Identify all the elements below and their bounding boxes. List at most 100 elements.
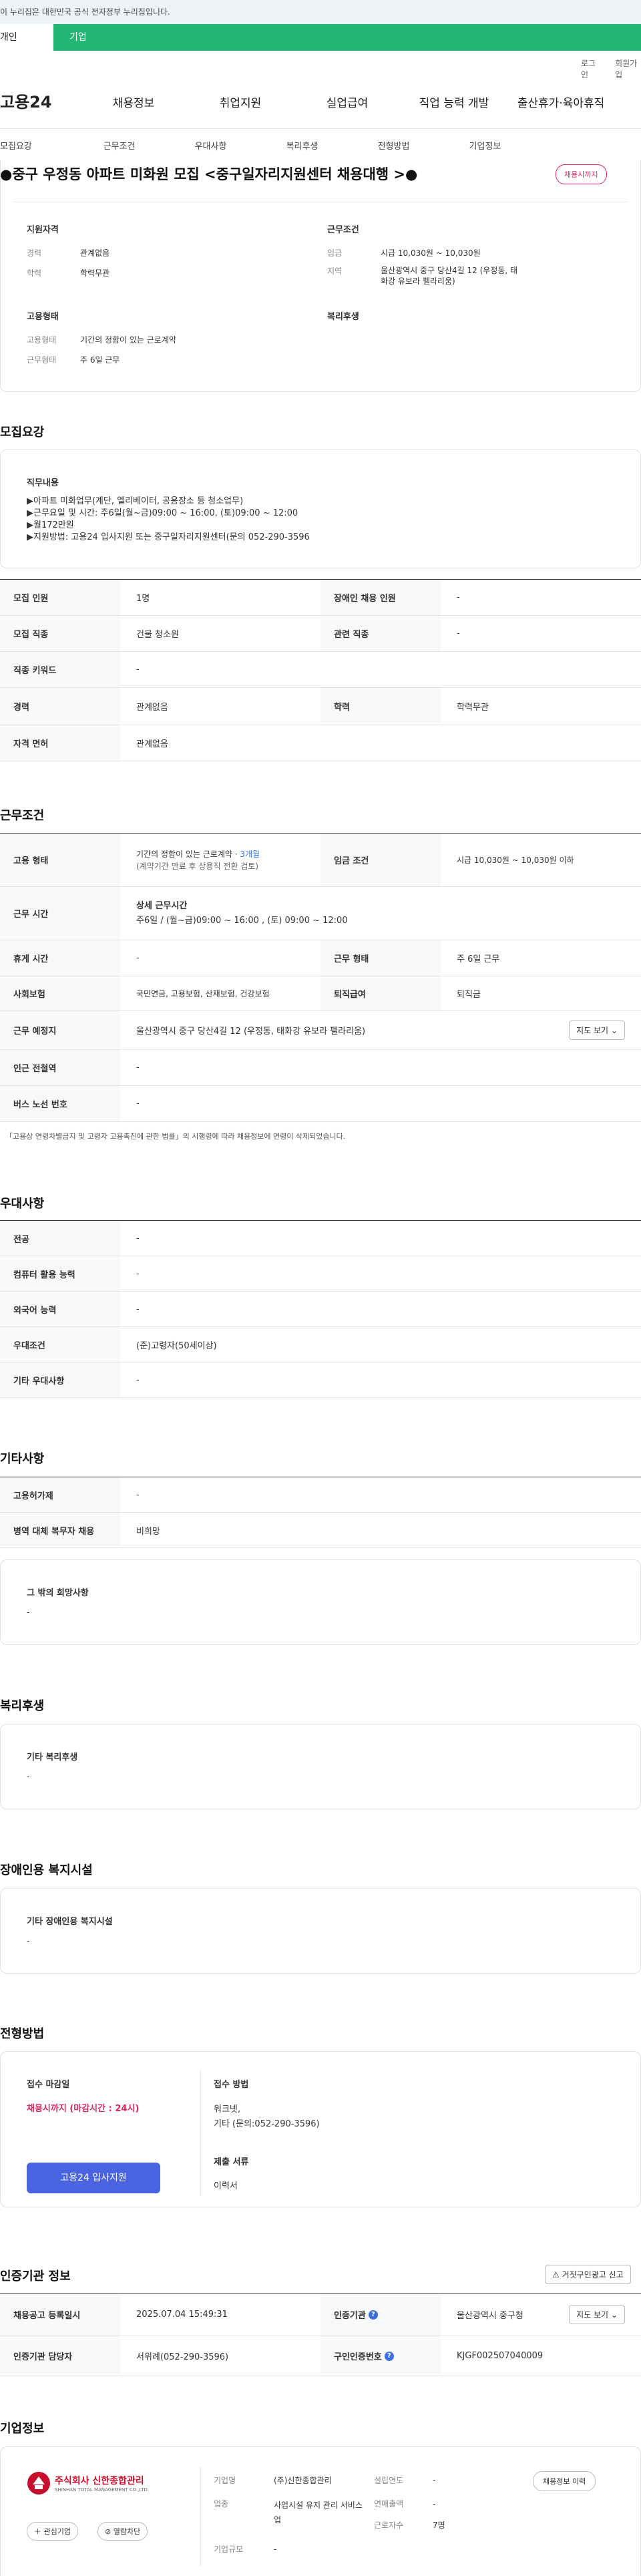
company-logo-mark-icon: [27, 2472, 50, 2495]
disability-box-value: -: [27, 1936, 30, 1946]
table-row: 고용 형태 기간의 정함이 있는 근로계약 · 3개월 (계약기간 만료 후 상…: [0, 834, 641, 887]
company-industry: 업종 사업시설 유지 관리 서비스업: [214, 2499, 363, 2525]
block-button[interactable]: ⊘ 열람차단: [97, 2522, 148, 2541]
age-note: 「고용상 연령차별금지 및 고령자 고용촉진에 관한 법률」의 시행령에 따라 …: [5, 1132, 346, 1141]
apply-button[interactable]: 고용24 입사지원: [27, 2163, 160, 2193]
subnav-welfare[interactable]: 복리후생: [256, 139, 348, 152]
join-link[interactable]: 회원가입: [615, 57, 641, 80]
agency-table: 채용공고 등록일시 2025.07.04 15:49:31 인증기관? 울산광역시…: [0, 2293, 641, 2376]
section-title-agency: 인증기관 정보: [0, 2269, 71, 2283]
emp-type: 고용형태 기간의 정함이 있는 근로계약: [27, 335, 176, 345]
etc-box-title: 그 밖의 희망사항: [27, 1588, 89, 1598]
docs-title: 제출 서류: [214, 2157, 249, 2167]
agency-map-button[interactable]: 지도 보기 ⌄: [569, 2305, 625, 2324]
deadline-title: 접수 마감일: [27, 2080, 70, 2090]
subnav-screening[interactable]: 전형방법: [348, 139, 439, 152]
map-button[interactable]: 지도 보기 ⌄: [569, 1021, 625, 1040]
qual-edu: 학력 학력무관: [27, 268, 110, 278]
table-row: 버스 노선 번호 -: [0, 1086, 641, 1122]
table-row: 근무 예정지 울산광역시 중구 당산4길 12 (우정동, 태화강 유보라 펠라…: [0, 1011, 641, 1050]
main-nav-item[interactable]: 채용정보: [80, 94, 187, 110]
status-badge: 채용시까지: [556, 164, 607, 184]
top-links: 로그인 회원가입: [581, 57, 641, 80]
block-icon: ⊘: [105, 2527, 112, 2536]
section-title-disability: 장애인용 복지시설: [0, 1863, 93, 1877]
method-value: 워크넷, 기타 (문의:052-290-3596): [214, 2104, 320, 2129]
table-row: 채용공고 등록일시 2025.07.04 15:49:31 인증기관? 울산광역시…: [0, 2293, 641, 2336]
section-title-screening: 전형방법: [0, 2027, 45, 2041]
welfare-box: [0, 1724, 641, 1809]
company-sales: 연매출액 -: [374, 2499, 436, 2509]
interest-button[interactable]: ＋ 관심기업: [27, 2522, 78, 2541]
table-row: 전공 -: [0, 1221, 641, 1256]
subnav-company[interactable]: 기업정보: [439, 139, 531, 152]
table-row: 경력 관계없음 학력 학력무관: [0, 688, 641, 725]
table-row: 기타 우대사항 -: [0, 1362, 641, 1398]
info-icon[interactable]: ?: [368, 2310, 378, 2320]
table-row: 모집 인원 1명 장애인 채용 인원 -: [0, 580, 641, 616]
etc-table: 고용허가제 - 병역 대체 복무자 채용 비희망: [0, 1477, 641, 1548]
recruit-table: 모집 인원 1명 장애인 채용 인원 - 모집 직종 건물 청소원 관련 직종 - 직종…: [0, 579, 641, 761]
table-row: 인증기관 담당자 서위례(052-290-3596) 구인인증번호? KJGF00…: [0, 2336, 641, 2376]
emp-title: 고용형태: [27, 312, 59, 322]
qual-career: 경력 관계없음: [27, 248, 110, 258]
section-subnav: 모집요강 근무조건 우대사항 복리후생 전형방법 기업정보: [0, 128, 641, 162]
work-table: 고용 형태 기간의 정함이 있는 근로계약 · 3개월 (계약기간 만료 후 상…: [0, 833, 641, 1122]
welfare-box-value: -: [27, 1772, 30, 1781]
table-row: 우대조건 (준)고령자(50세이상): [0, 1327, 641, 1362]
section-title-etc: 기타사항: [0, 1452, 45, 1466]
table-row: 근무 시간 상세 근무시간 주6일 / (월~금)09:00 ~ 16:00 ,…: [0, 887, 641, 940]
cond-title: 근무조건: [327, 225, 359, 235]
cond-wage: 임금 시급 10,030원 ~ 10,030원: [327, 248, 481, 258]
login-link[interactable]: 로그인: [581, 57, 600, 80]
alert-icon: ⚠: [552, 2270, 560, 2279]
section-title-pref: 우대사항: [0, 1197, 45, 1211]
plus-icon: ＋: [34, 2527, 41, 2536]
table-row: 휴게 시간 - 근무 형태 주 6일 근무: [0, 940, 641, 976]
main-nav-item[interactable]: 출산휴가·육아휴직: [507, 94, 614, 110]
disability-box-title: 기타 장애인용 복지시설: [27, 1917, 113, 1927]
table-row: 인근 전철역 -: [0, 1050, 641, 1086]
disability-box: [0, 1888, 641, 1974]
table-row: 직종 키워드 -: [0, 652, 641, 688]
qual-title: 지원자격: [27, 225, 59, 235]
history-button[interactable]: 채용정보 이력: [533, 2471, 596, 2491]
main-nav-item[interactable]: 실업급여: [294, 94, 401, 110]
chevron-down-icon: ⌄: [610, 2310, 618, 2320]
subnav-work[interactable]: 근무조건: [73, 139, 165, 152]
company-logo: 주식회사 신한종합관리 SHINHAN TOTAL MANAGEMENT CO.…: [27, 2471, 149, 2495]
table-row: 병역 대체 복무자 채용 비희망: [0, 1513, 641, 1548]
duty-content: ▶아파트 미화업무(계단, 엘리베이터, 공용장소 등 청소업무) ▶근무요일 …: [27, 496, 310, 542]
company-scale: 기업규모 -: [214, 2545, 277, 2554]
table-row: 컴퓨터 활용 능력 -: [0, 1256, 641, 1292]
tab-company[interactable]: 기업: [53, 24, 641, 51]
welfare-title: 복리후생: [327, 312, 359, 322]
section-title-company: 기업정보: [0, 2422, 45, 2436]
company-staff: 근로자수 7명: [374, 2521, 445, 2530]
section-title-welfare: 복리후생: [0, 1699, 45, 1713]
divider: [200, 2069, 201, 2196]
subnav-recruit[interactable]: 모집요강: [0, 139, 73, 152]
pref-table: 전공 - 컴퓨터 활용 능력 - 외국어 능력 - 우대조건 (준)고령자(50세이상)…: [0, 1220, 641, 1398]
table-row: 모집 직종 건물 청소원 관련 직종 -: [0, 616, 641, 652]
welfare-box-title: 기타 복리후생: [27, 1753, 78, 1763]
etc-box-value: -: [27, 1608, 30, 1617]
company-founded: 설립연도 -: [374, 2476, 436, 2485]
divider: [200, 2466, 201, 2567]
subnav-pref[interactable]: 우대사항: [165, 139, 256, 152]
info-icon[interactable]: ?: [384, 2351, 394, 2361]
report-button[interactable]: ⚠ 거짓구인광고 신고: [545, 2265, 631, 2284]
site-logo[interactable]: 고용24: [0, 89, 52, 112]
main-nav-item[interactable]: 직업 능력 개발: [401, 94, 507, 110]
duty-title: 직무내용: [27, 478, 59, 488]
docs-value: 이력서: [214, 2181, 238, 2191]
chevron-down-icon: ⌄: [610, 1026, 618, 1035]
main-nav-item[interactable]: 취업지원: [187, 94, 294, 110]
main-nav: 채용정보 취업지원 실업급여 직업 능력 개발 출산휴가·육아휴직: [80, 94, 614, 110]
section-title-recruit: 모집요강: [0, 425, 45, 439]
tab-personal[interactable]: 개인: [0, 24, 53, 51]
deadline-value: 채용시까지 (마감시간 : 24시): [27, 2104, 140, 2114]
contract-months: 3개월: [240, 849, 260, 859]
job-title: ●중구 우정동 아파트 미화원 모집 <중구일자리지원센터 채용대행 >●: [0, 166, 418, 182]
emp-worktype: 근무형태 주 6일 근무: [27, 355, 120, 365]
